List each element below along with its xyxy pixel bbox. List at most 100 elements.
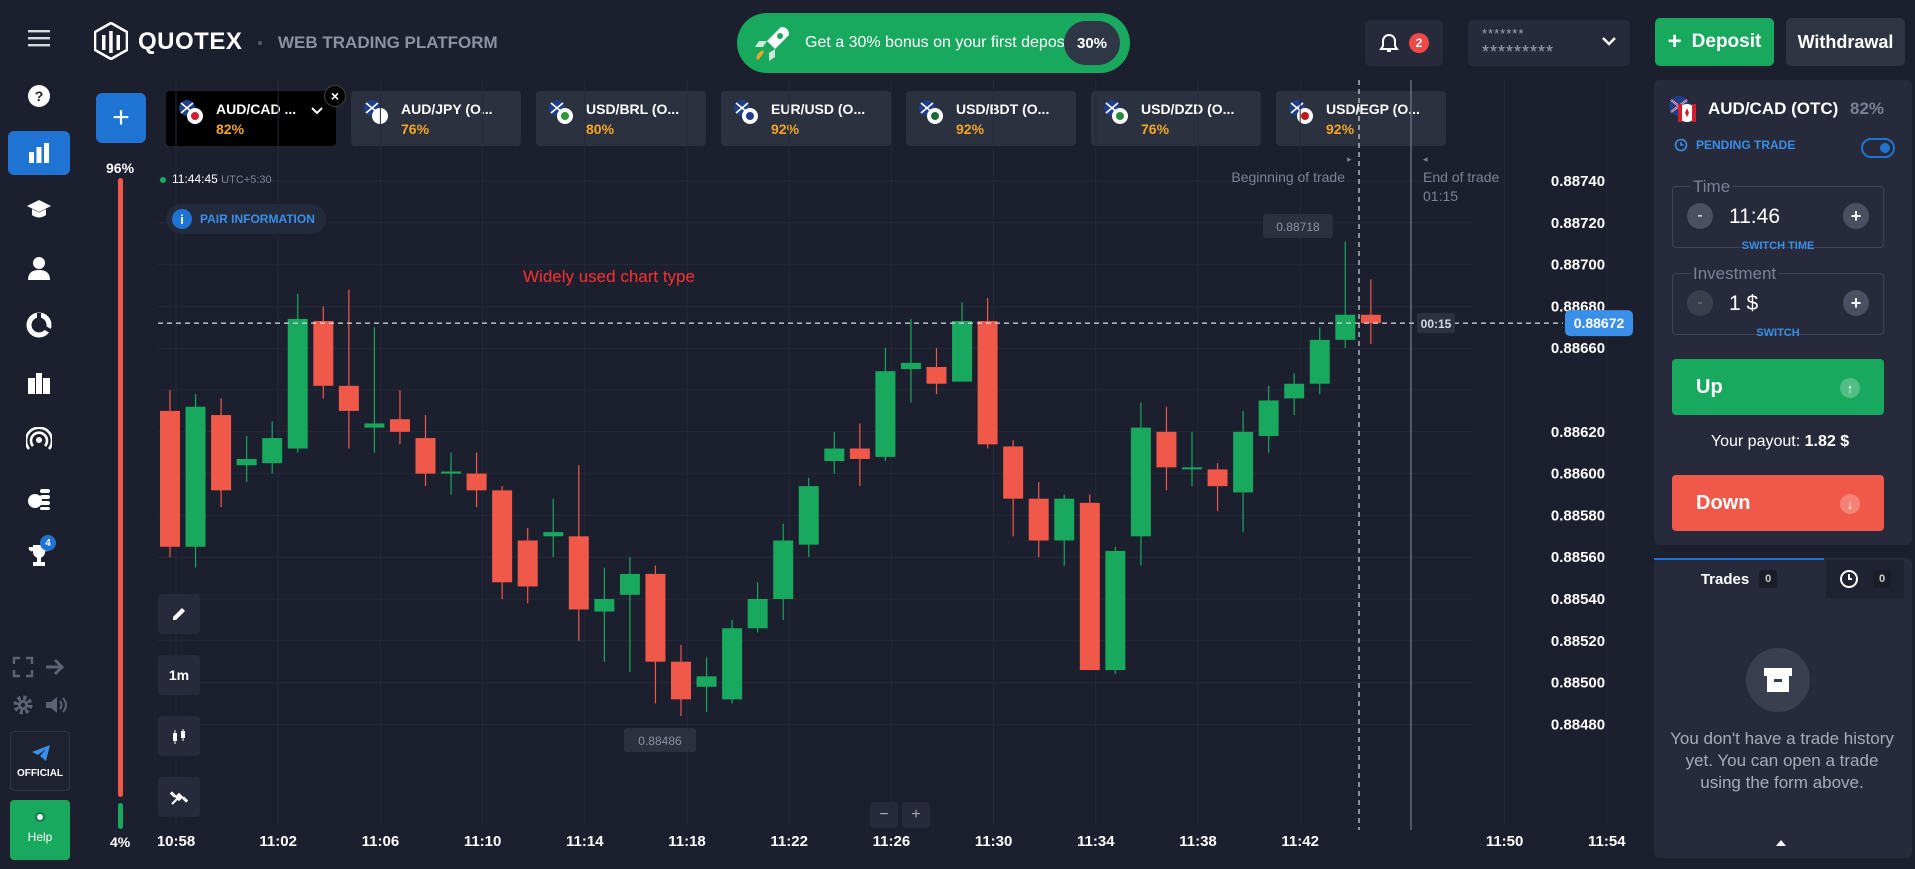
high-price-value: 0.88718 [1276,220,1320,234]
sentiment-bar-up [118,178,123,797]
help-chat-button[interactable]: Help [10,800,70,860]
time-value[interactable]: 11:46 [1729,205,1780,229]
investment-value[interactable]: 1 $ [1729,292,1758,316]
pending-trade-toggle[interactable] [1861,138,1895,158]
sentiment-down-percent: 4% [110,834,131,850]
trophy-badge: 4 [40,535,56,551]
indicators-button[interactable] [158,777,200,817]
caret-up-icon[interactable] [1775,839,1787,847]
withdrawal-button[interactable]: Withdrawal [1786,18,1905,66]
time-decrease-button[interactable]: - [1687,203,1713,229]
pending-trade-label: PENDING TRADE [1674,138,1795,152]
settings-gear-icon[interactable] [12,694,34,721]
up-button[interactable]: Up ↑ [1672,359,1884,415]
help-question-icon[interactable]: ? [14,74,64,118]
plus-icon: + [1667,28,1682,55]
end-of-trade-label: End of trade [1423,169,1499,185]
candle-up [185,406,206,547]
trade-chart-icon[interactable] [8,131,70,175]
candle-up [900,362,921,370]
arrow-up-icon: ↑ [1840,378,1860,398]
y-axis-tick-label: 0.88620 [1551,424,1605,441]
tab-trades[interactable]: Trades 0 [1654,558,1824,598]
candle-up [1054,498,1075,541]
selected-pair-payout: 82% [1850,99,1885,118]
pair-information-button[interactable]: i PAIR INFORMATION [166,204,326,234]
aud-cad-flag-icon [1669,96,1696,122]
investment-decrease-button[interactable]: - [1687,290,1713,316]
candle-down [466,473,487,491]
x-axis-tick-label: 10:58 [158,833,195,850]
notifications-button[interactable]: 2 [1365,20,1443,66]
investment-field: Investment - 1 $ + [1672,264,1884,335]
candle-up [824,448,845,462]
analytics-pie-icon[interactable] [14,303,64,347]
price-chart[interactable]: 0.887400.887200.887000.886800.886600.886… [158,80,1638,850]
account-selector[interactable]: ******* ********* [1468,20,1630,66]
education-cap-icon[interactable] [14,188,64,232]
coins-bonus-icon[interactable] [14,476,64,520]
time-increase-button[interactable]: + [1843,203,1869,229]
add-asset-button[interactable]: + [96,93,146,143]
satellite-icon [169,791,189,805]
y-axis-tick-label: 0.88580 [1551,507,1605,524]
down-label: Down [1696,492,1751,514]
bonus-banner[interactable]: Get a 30% bonus on your first deposit 30… [737,13,1130,73]
investment-increase-button[interactable]: + [1843,290,1869,316]
candle-up [773,540,794,599]
signals-broadcast-icon[interactable] [14,418,64,462]
candle-down [1207,469,1228,487]
bonus-percent-badge: 30% [1064,21,1120,65]
x-axis-tick-label: 11:50 [1486,833,1524,850]
plus-icon: + [112,101,130,134]
selected-pair: AUD/CAD (OTC) [1708,99,1839,118]
brand-name[interactable]: QUOTEX [138,28,242,56]
x-axis-tick-label: 11:34 [1077,833,1115,850]
down-button[interactable]: Down ↓ [1672,475,1884,531]
x-axis-tick-label: 11:14 [566,833,604,850]
help-label: Help [27,830,53,844]
y-axis-tick-label: 0.88540 [1551,591,1605,608]
history-count: 0 [1873,570,1891,588]
candle-down [977,321,998,445]
switch-time-link[interactable]: SWITCH TIME [1672,240,1884,252]
deposit-button[interactable]: + Deposit [1655,18,1774,66]
platform-label: WEB TRADING PLATFORM [278,33,498,52]
candle-up [798,486,819,545]
clock-icon [1674,138,1688,152]
switch-investment-link[interactable]: SWITCH [1672,327,1884,339]
y-axis-tick-label: 0.88500 [1551,675,1605,692]
quotex-logo-icon[interactable] [93,21,129,65]
sound-volume-icon[interactable] [44,694,70,721]
server-time-value: 11:44:45 [172,172,218,186]
draw-tool-button[interactable] [158,594,200,634]
timeframe-button[interactable]: 1m [158,655,200,695]
empty-trades-text: You don't have a trade history yet. You … [1670,729,1894,792]
deposit-label: Deposit [1691,31,1762,52]
chart-type-button[interactable] [158,716,200,756]
info-icon: i [172,209,192,229]
trophy-icon[interactable]: 4 [14,533,64,577]
zoom-in-button[interactable]: + [902,802,930,828]
menu-icon[interactable] [14,16,64,60]
candle-down [849,448,870,459]
user-profile-icon[interactable] [14,246,64,290]
tab-history[interactable]: 0 [1826,560,1904,598]
time-field: Time - 11:46 + [1672,177,1884,248]
market-shop-icon[interactable] [14,361,64,405]
fullscreen-icon[interactable] [12,656,34,683]
candle-up [1233,431,1254,493]
candle-up [1182,467,1202,470]
x-axis-tick-label: 11:18 [668,833,706,850]
logout-arrow-icon[interactable] [44,656,68,683]
candle-down [926,367,947,384]
candles-icon [173,729,185,744]
payout-prefix: Your payout: [1710,433,1801,450]
arrow-down-icon: ↓ [1840,494,1860,514]
candle-down [313,321,334,386]
y-axis-tick-label: 0.88740 [1551,173,1605,190]
official-telegram-button[interactable]: OFFICIAL [10,731,70,791]
candle-up [1335,314,1356,340]
online-dot-icon [35,812,45,822]
zoom-out-button[interactable]: − [870,802,898,828]
